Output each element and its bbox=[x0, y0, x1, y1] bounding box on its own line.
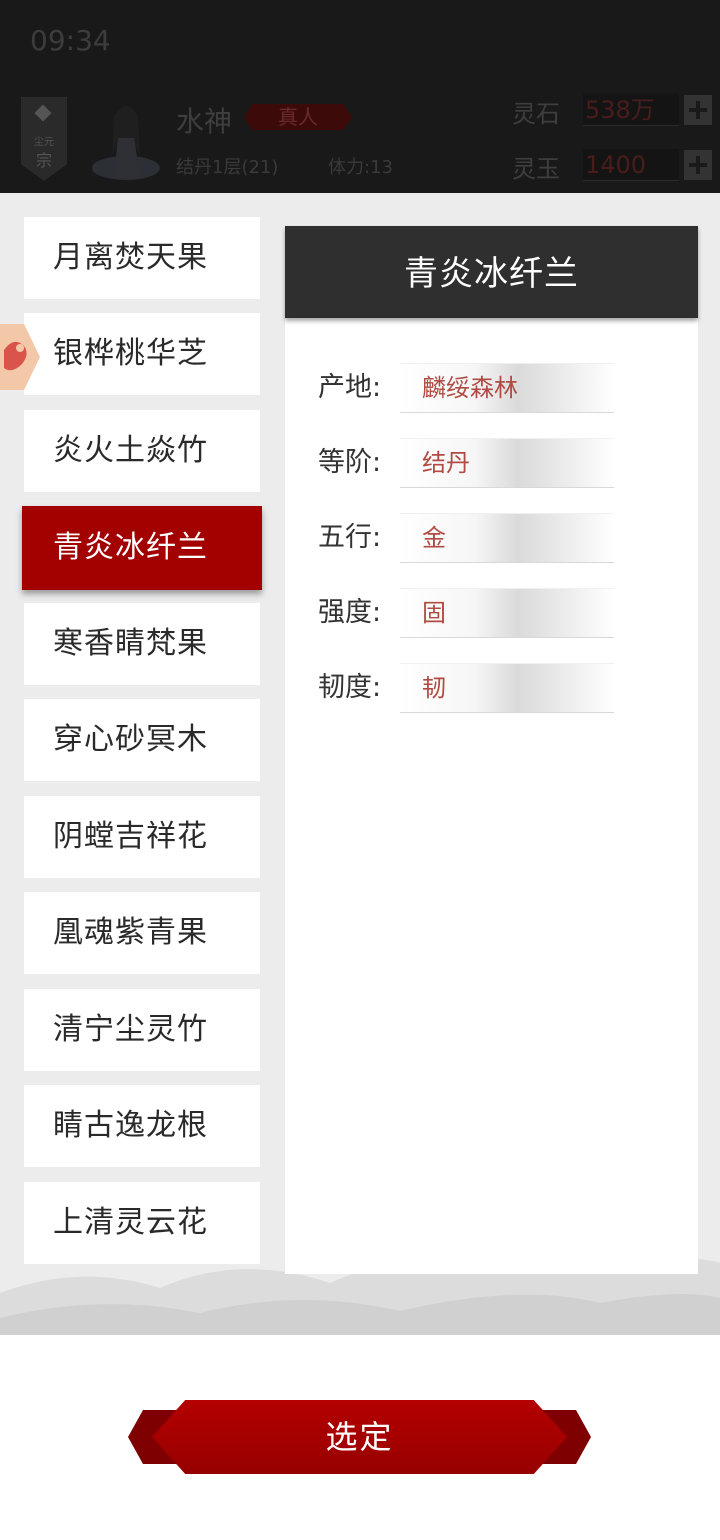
herb-item-4[interactable]: 寒香睛梵果 bbox=[24, 603, 260, 685]
sect-badge-small-text: 尘元 bbox=[34, 137, 54, 148]
pointing-hand-icon bbox=[0, 324, 40, 390]
attr-value-strength: 固 bbox=[422, 599, 446, 627]
attr-label-strength: 强度: bbox=[318, 597, 382, 628]
add-spirit-jade-button[interactable] bbox=[684, 150, 712, 180]
status-time: 09:34 bbox=[30, 24, 111, 57]
herb-item-0[interactable]: 月离焚天果 bbox=[24, 217, 260, 299]
herb-item-6[interactable]: 阴螳吉祥花 bbox=[24, 796, 260, 878]
herb-select-panel: 月离焚天果 银桦桃华芝 炎火土焱竹 青炎冰纤兰 寒香睛梵果 穿心砂冥木 阴螳吉祥… bbox=[0, 193, 720, 1335]
rank-badge: 真人 bbox=[244, 104, 352, 130]
herb-item-8[interactable]: 清宁尘灵竹 bbox=[24, 989, 260, 1071]
attr-value-origin: 麟绥森林 bbox=[422, 374, 518, 402]
spirit-stone-label: 灵石 bbox=[512, 100, 560, 128]
player-realm: 结丹1层(21) bbox=[176, 157, 279, 178]
attr-label-element: 五行: bbox=[318, 522, 382, 553]
herb-item-2[interactable]: 炎火土焱竹 bbox=[24, 410, 260, 492]
confirm-button-label: 选定 bbox=[325, 1418, 394, 1456]
herb-item-3-selected[interactable]: 青炎冰纤兰 bbox=[22, 506, 262, 590]
attr-value-grade: 结丹 bbox=[422, 449, 470, 477]
avatar[interactable] bbox=[92, 98, 160, 180]
attr-label-toughness: 韧度: bbox=[318, 672, 382, 703]
attr-value-toughness: 韧 bbox=[422, 674, 446, 702]
herb-item-9[interactable]: 睛古逸龙根 bbox=[24, 1085, 260, 1167]
attr-row-origin: 产地: 麟绥森林 bbox=[318, 363, 618, 413]
add-spirit-stone-button[interactable] bbox=[684, 95, 712, 125]
detail-title: 青炎冰纤兰 bbox=[285, 226, 698, 318]
herb-item-7[interactable]: 凰魂紫青果 bbox=[24, 892, 260, 974]
herb-item-1[interactable]: 银桦桃华芝 bbox=[24, 313, 260, 395]
attr-row-toughness: 韧度: 韧 bbox=[318, 663, 618, 713]
herb-item-10[interactable]: 上清灵云花 bbox=[24, 1182, 260, 1264]
spirit-jade-value: 1400 bbox=[583, 149, 679, 181]
attr-row-grade: 等阶: 结丹 bbox=[318, 438, 618, 488]
attr-row-element: 五行: 金 bbox=[318, 513, 618, 563]
attr-label-origin: 产地: bbox=[318, 372, 382, 403]
player-header: 09:34 尘元 宗 水神 真人 结丹1层(21) 体力:13 灵石 538万 … bbox=[0, 0, 720, 193]
confirm-select-button[interactable]: 选定 bbox=[128, 1400, 591, 1474]
spirit-stone-value: 538万 bbox=[583, 94, 679, 126]
sect-badge-big-text: 宗 bbox=[35, 151, 52, 170]
herb-item-5[interactable]: 穿心砂冥木 bbox=[24, 699, 260, 781]
attr-label-grade: 等阶: bbox=[318, 447, 382, 478]
attr-value-element: 金 bbox=[422, 524, 446, 552]
player-name: 水神 bbox=[176, 105, 233, 138]
spirit-jade-label: 灵玉 bbox=[512, 155, 560, 183]
sect-badge-icon[interactable]: 尘元 宗 bbox=[21, 97, 67, 181]
attr-row-strength: 强度: 固 bbox=[318, 588, 618, 638]
player-stamina: 体力:13 bbox=[328, 157, 393, 178]
